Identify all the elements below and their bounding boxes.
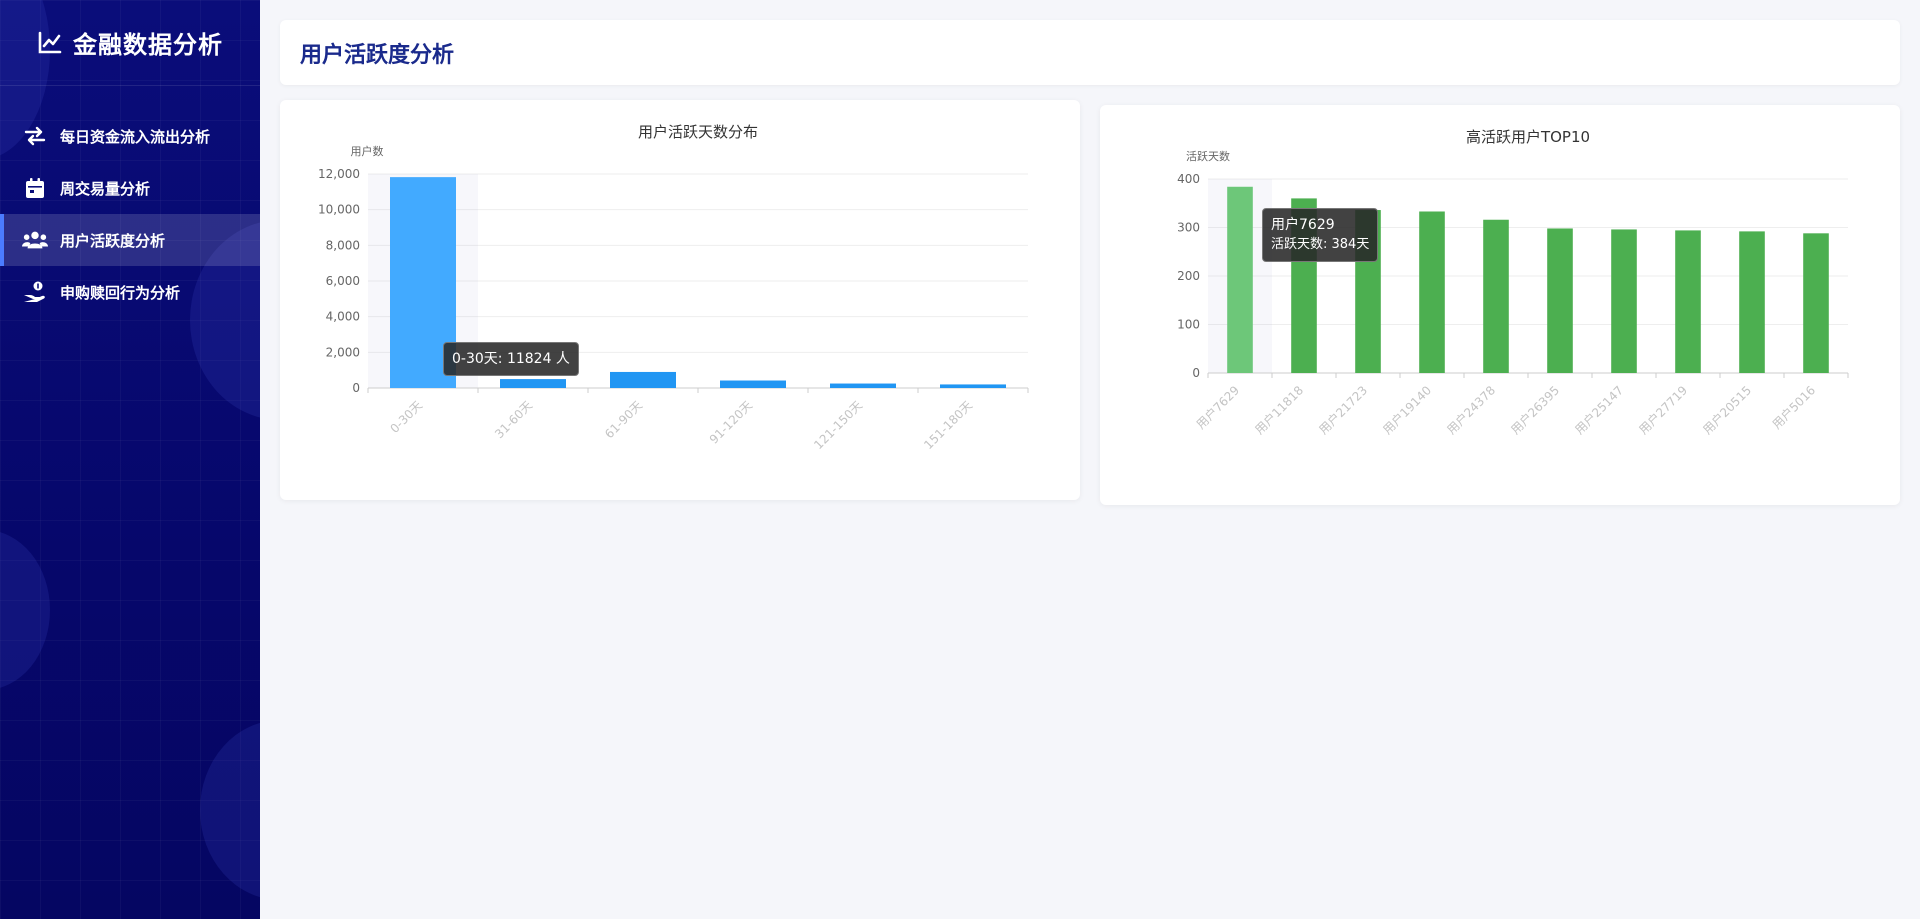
x-tick-label: 31-60天	[492, 398, 535, 441]
brand-title: 金融数据分析	[73, 31, 223, 59]
chart-title: 高活跃用户TOP10	[1466, 128, 1590, 146]
x-tick-label: 用户19140	[1380, 383, 1435, 438]
sidebar-item-label: 每日资金流入流出分析	[60, 127, 211, 146]
y-tick-label: 0	[352, 381, 360, 395]
y-tick-label: 12,000	[318, 167, 360, 181]
x-tick-label: 用户20515	[1700, 383, 1755, 438]
bar	[500, 379, 566, 388]
bar	[1739, 231, 1765, 373]
chart-tooltip: 用户7629 活跃天数: 384天	[1262, 208, 1379, 262]
activity-distribution-chart: 用户活跃天数分布用户数 0 2,000 4,000 6,000 8,000 10,000 12…	[318, 123, 1029, 452]
chart-title: 用户活跃天数分布	[638, 123, 758, 141]
bar	[1419, 211, 1445, 373]
x-tick-label: 用户24378	[1444, 383, 1499, 438]
bar	[1611, 229, 1637, 373]
top-users-card: 高活跃用户TOP10 活跃天数 0 100 200 300 400 用户7629 用户11818…	[1100, 105, 1900, 505]
brand: 金融数据分析	[0, 0, 260, 86]
bar	[1803, 233, 1829, 373]
bar	[1227, 186, 1253, 373]
sidebar-item-weekly-volume[interactable]: 周交易量分析	[0, 162, 260, 214]
x-tick-label: 61-90天	[602, 398, 645, 441]
bar	[940, 384, 1006, 388]
exchange-icon	[22, 125, 48, 147]
tooltip-user-name: 用户7629	[1271, 217, 1335, 233]
users-icon	[22, 229, 48, 251]
bar	[720, 380, 786, 388]
sidebar-item-user-activity[interactable]: 用户活跃度分析	[0, 214, 260, 266]
x-tick-label: 用户21723	[1316, 383, 1371, 438]
line-chart-icon	[38, 31, 62, 53]
x-tick-label: 151-180天	[921, 398, 975, 452]
x-tick-label: 用户5016	[1769, 383, 1818, 432]
top-users-chart: 高活跃用户TOP10活跃天数0100200300400用户7629 用户11818…	[1177, 128, 1849, 438]
y-tick-label: 300	[1177, 221, 1200, 235]
x-tick-label: 用户27719	[1636, 383, 1691, 438]
page-title: 用户活跃度分析	[300, 42, 455, 68]
sidebar: 金融数据分析 每日资金流入流出分析 周交易量分析 用户活跃度分析 申购赎回行为分…	[0, 0, 260, 919]
sidebar-item-label: 周交易量分析	[60, 179, 151, 198]
sidebar-item-daily-flow[interactable]: 每日资金流入流出分析	[0, 110, 260, 162]
activity-distribution-card: 用户活跃天数分布用户数 0 2,000 4,000 6,000 8,000 10,000 12…	[280, 100, 1080, 500]
calendar-icon	[22, 177, 48, 199]
x-tick-label: 91-120天	[707, 398, 755, 446]
bar	[610, 371, 676, 388]
y-tick-label: 2,000	[326, 345, 360, 359]
bar	[830, 383, 896, 388]
y-tick-label: 10,000	[318, 203, 360, 217]
y-tick-label: 8,000	[326, 238, 360, 252]
y-tick-label: 400	[1177, 172, 1200, 186]
y-tick-label: 6,000	[326, 274, 360, 288]
x-tick-label: 用户26395	[1508, 383, 1563, 438]
y-tick-label: 4,000	[326, 310, 360, 324]
y-tick-label: 200	[1177, 269, 1200, 283]
bar	[1675, 230, 1701, 373]
y-axis-label: 活跃天数	[1186, 149, 1230, 163]
y-tick-label: 100	[1177, 318, 1200, 332]
y-tick-label: 0	[1192, 366, 1200, 380]
tooltip-text: 0-30天: 11824 人	[452, 351, 570, 367]
x-tick-label: 用户25147	[1572, 383, 1627, 438]
sidebar-nav: 每日资金流入流出分析 周交易量分析 用户活跃度分析 申购赎回行为分析	[0, 110, 260, 318]
x-tick-label: 121-150天	[811, 398, 865, 452]
sidebar-item-label: 申购赎回行为分析	[60, 283, 181, 302]
page-header: 用户活跃度分析	[280, 20, 1900, 85]
bar	[1547, 228, 1573, 373]
sidebar-item-purchase-redeem[interactable]: 申购赎回行为分析	[0, 266, 260, 318]
x-tick-label: 0-30天	[387, 398, 425, 436]
x-tick-label: 用户7629	[1193, 383, 1242, 432]
tooltip-active-days: 活跃天数: 384天	[1271, 237, 1370, 252]
bar	[1483, 219, 1509, 373]
hand-coin-icon	[22, 281, 48, 303]
chart-tooltip: 0-30天: 11824 人	[443, 342, 579, 376]
sidebar-item-label: 用户活跃度分析	[60, 231, 166, 250]
y-axis-label: 用户数	[351, 144, 384, 158]
x-tick-label: 用户11818	[1252, 383, 1307, 438]
